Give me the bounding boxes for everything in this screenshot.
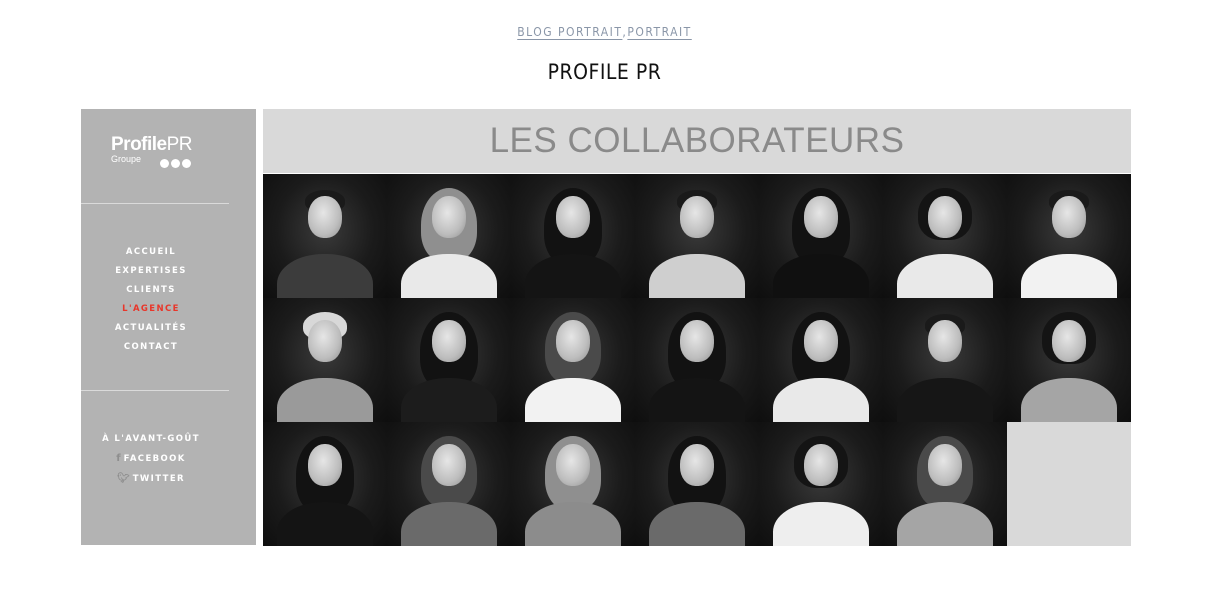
nav-item-clients[interactable]: CLIENTS [81,281,221,300]
profilepr-logo[interactable]: ProfilePR Groupe [111,134,193,168]
nav-item-expertises[interactable]: EXPERTISES [81,262,221,281]
team-member-portrait [883,174,1007,298]
category-link-blog-portrait[interactable]: BLOG PORTRAIT [517,25,622,39]
team-member-portrait [759,298,883,422]
nav-item-contact[interactable]: CONTACT [81,338,221,357]
team-member-portrait [263,298,387,422]
link-avant-gout[interactable]: À L'AVANT-GOÛT [81,430,221,449]
team-banner: LES COLLABORATEURS [263,109,1131,173]
post-image: ProfilePR Groupe ACCUEIL EXPERTISES CLIE… [81,109,1131,546]
team-member-portrait [511,174,635,298]
team-member-portrait [387,298,511,422]
team-member-portrait [759,174,883,298]
sidebar-divider-bottom [81,390,229,391]
nav-item-actualites[interactable]: ACTUALITÉS [81,319,221,338]
logo-wordmark: ProfilePR [111,134,193,155]
nav-item-accueil[interactable]: ACCUEIL [81,243,221,262]
team-member-portrait [635,174,759,298]
sidebar-divider-top [81,203,229,204]
logo-brand-b: PR [166,134,193,155]
team-member-portrait [759,422,883,546]
category-link-portrait[interactable]: PORTRAIT [627,25,691,39]
team-member-portrait [883,422,1007,546]
team-member-portrait [387,174,511,298]
link-avant-gout-label: À L'AVANT-GOÛT [102,434,200,444]
team-member-portrait [1007,298,1131,422]
team-member-portrait [511,298,635,422]
team-panel: LES COLLABORATEURS [263,109,1131,546]
team-member-portrait [883,298,1007,422]
twitter-icon: 🐦︎ [117,473,130,484]
sidebar-nav: ACCUEIL EXPERTISES CLIENTS L'AGENCE ACTU… [81,243,221,357]
empty-grid-cell [1007,422,1131,546]
portrait-grid [263,174,1131,546]
team-member-portrait [635,298,759,422]
link-facebook[interactable]: f FACEBOOK [81,449,221,469]
site-sidebar: ProfilePR Groupe ACCUEIL EXPERTISES CLIE… [81,109,256,545]
logo-dots-icon [160,155,193,173]
nav-item-agence[interactable]: L'AGENCE [81,300,221,319]
link-facebook-label: FACEBOOK [123,454,186,464]
team-member-portrait [511,422,635,546]
team-banner-title: LES COLLABORATEURS [489,121,905,160]
sidebar-social: À L'AVANT-GOÛT f FACEBOOK 🐦︎ TWITTER [81,430,221,489]
team-member-portrait [1007,174,1131,298]
team-member-portrait [387,422,511,546]
link-twitter[interactable]: 🐦︎ TWITTER [81,469,221,489]
logo-brand-a: Profile [111,134,167,155]
team-member-portrait [263,174,387,298]
team-member-portrait [263,422,387,546]
link-twitter-label: TWITTER [132,474,185,484]
post-categories: BLOG PORTRAIT,PORTRAIT [0,25,1209,39]
facebook-icon: f [116,453,121,464]
team-member-portrait [635,422,759,546]
post-title: PROFILE PR [547,60,662,84]
